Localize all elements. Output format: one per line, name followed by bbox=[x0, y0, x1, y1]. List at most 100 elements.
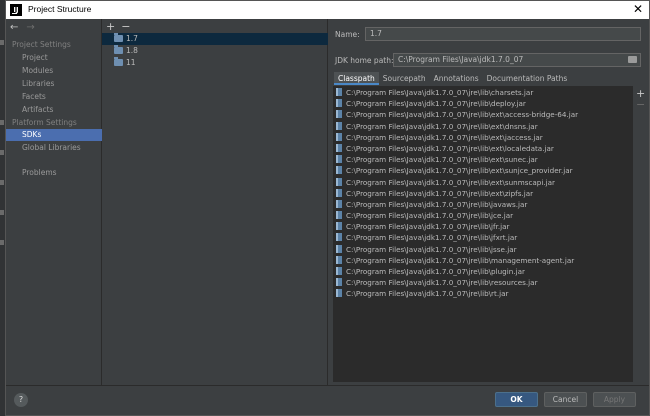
platform-settings-header: Platform Settings bbox=[12, 118, 77, 127]
dialog-footer: ? OK Cancel Apply bbox=[6, 385, 649, 415]
classpath-row[interactable]: C:\Program Files\Java\jdk1.7.0_07\jre\li… bbox=[334, 121, 632, 132]
jar-file-icon bbox=[336, 99, 342, 108]
nav-item-modules[interactable]: Modules bbox=[6, 65, 102, 77]
sdk-detail-panel: Name: 1.7 JDK home path: C:\Program File… bbox=[329, 19, 649, 385]
classpath-row-label: C:\Program Files\Java\jdk1.7.0_07\jre\li… bbox=[346, 166, 573, 176]
classpath-row-label: C:\Program Files\Java\jdk1.7.0_07\jre\li… bbox=[346, 233, 518, 243]
sdk-item-11[interactable]: 11 bbox=[102, 57, 328, 69]
classpath-row-label: C:\Program Files\Java\jdk1.7.0_07\jre\li… bbox=[346, 121, 538, 131]
classpath-row[interactable]: C:\Program Files\Java\jdk1.7.0_07\jre\li… bbox=[334, 132, 632, 143]
classpath-row[interactable]: C:\Program Files\Java\jdk1.7.0_07\jre\li… bbox=[334, 277, 632, 288]
project-structure-dialog: IJ Project Structure ✕ ← → Project Settin… bbox=[5, 0, 650, 416]
classpath-row[interactable]: C:\Program Files\Java\jdk1.7.0_07\jre\li… bbox=[334, 221, 632, 232]
sdk-list: 1.7 1.8 11 bbox=[102, 33, 328, 69]
sdk-item-1-7[interactable]: 1.7 bbox=[102, 33, 328, 45]
nav-item-problems[interactable]: Problems bbox=[6, 167, 102, 179]
nav-item-artifacts[interactable]: Artifacts bbox=[6, 104, 102, 116]
folder-browse-icon[interactable] bbox=[628, 56, 637, 63]
jar-file-icon bbox=[336, 211, 342, 220]
sdk-item-1-8[interactable]: 1.8 bbox=[102, 45, 328, 57]
close-button[interactable]: ✕ bbox=[633, 2, 643, 16]
forward-arrow-icon[interactable]: → bbox=[26, 22, 34, 33]
add-sdk-button[interactable]: + bbox=[106, 20, 115, 33]
help-button[interactable]: ? bbox=[14, 393, 28, 407]
tab-annotations[interactable]: Annotations bbox=[430, 72, 483, 85]
classpath-row[interactable]: C:\Program Files\Java\jdk1.7.0_07\jre\li… bbox=[334, 87, 632, 98]
name-label: Name: bbox=[335, 30, 360, 39]
nav-item-global-libraries[interactable]: Global Libraries bbox=[6, 142, 102, 154]
tab-documentation-paths[interactable]: Documentation Paths bbox=[483, 72, 572, 85]
jar-file-icon bbox=[336, 233, 342, 242]
sdk-item-label: 1.7 bbox=[126, 34, 138, 43]
jar-file-icon bbox=[336, 132, 342, 141]
jar-file-icon bbox=[336, 121, 342, 130]
jar-file-icon bbox=[336, 289, 342, 298]
classpath-row[interactable]: C:\Program Files\Java\jdk1.7.0_07\jre\li… bbox=[334, 266, 632, 277]
jar-file-icon bbox=[336, 177, 342, 186]
jdk-folder-icon bbox=[114, 33, 123, 42]
classpath-row[interactable]: C:\Program Files\Java\jdk1.7.0_07\jre\li… bbox=[334, 210, 632, 221]
sdk-toolbar: + − bbox=[106, 20, 136, 33]
classpath-row[interactable]: C:\Program Files\Java\jdk1.7.0_07\jre\li… bbox=[334, 109, 632, 120]
nav-item-project[interactable]: Project bbox=[6, 52, 102, 64]
nav-item-facets[interactable]: Facets bbox=[6, 91, 102, 103]
apply-button[interactable]: Apply bbox=[593, 392, 636, 407]
classpath-row[interactable]: C:\Program Files\Java\jdk1.7.0_07\jre\li… bbox=[334, 288, 632, 299]
remove-path-button[interactable]: − bbox=[636, 99, 648, 110]
title-bar: IJ Project Structure ✕ bbox=[6, 1, 649, 19]
classpath-row[interactable]: C:\Program Files\Java\jdk1.7.0_07\jre\li… bbox=[334, 188, 632, 199]
jar-file-icon bbox=[336, 267, 342, 275]
classpath-row[interactable]: C:\Program Files\Java\jdk1.7.0_07\jre\li… bbox=[334, 154, 632, 165]
tab-sourcepath[interactable]: Sourcepath bbox=[379, 72, 430, 85]
classpath-row[interactable]: C:\Program Files\Java\jdk1.7.0_07\jre\li… bbox=[334, 244, 632, 255]
jar-file-icon bbox=[336, 110, 342, 119]
jdk-folder-icon bbox=[114, 57, 123, 66]
back-arrow-icon[interactable]: ← bbox=[10, 22, 18, 33]
classpath-row[interactable]: C:\Program Files\Java\jdk1.7.0_07\jre\li… bbox=[334, 232, 632, 243]
classpath-row-label: C:\Program Files\Java\jdk1.7.0_07\jre\li… bbox=[346, 244, 517, 254]
path-tabs: Classpath Sourcepath Annotations Documentat… bbox=[334, 72, 571, 85]
classpath-row-label: C:\Program Files\Java\jdk1.7.0_07\jre\li… bbox=[346, 143, 554, 153]
classpath-row-label: C:\Program Files\Java\jdk1.7.0_07\jre\li… bbox=[346, 199, 528, 209]
classpath-row-label: C:\Program Files\Java\jdk1.7.0_07\jre\li… bbox=[346, 132, 543, 142]
classpath-row-label: C:\Program Files\Java\jdk1.7.0_07\jre\li… bbox=[346, 188, 534, 198]
nav-item-sdks[interactable]: SDKs bbox=[6, 129, 102, 141]
remove-sdk-button[interactable]: − bbox=[121, 20, 130, 33]
jdk-home-label: JDK home path: bbox=[335, 56, 394, 65]
nav-item-libraries[interactable]: Libraries bbox=[6, 78, 102, 90]
classpath-row[interactable]: C:\Program Files\Java\jdk1.7.0_07\jre\li… bbox=[334, 143, 632, 154]
classpath-row-label: C:\Program Files\Java\jdk1.7.0_07\jre\li… bbox=[346, 222, 510, 232]
jar-file-icon bbox=[336, 199, 342, 208]
project-settings-header: Project Settings bbox=[12, 40, 71, 49]
cancel-button[interactable]: Cancel bbox=[544, 392, 587, 407]
classpath-row-label: C:\Program Files\Java\jdk1.7.0_07\jre\li… bbox=[346, 267, 525, 276]
sdk-list-panel: + − 1.7 1.8 11 bbox=[102, 19, 328, 385]
classpath-row[interactable]: C:\Program Files\Java\jdk1.7.0_07\jre\li… bbox=[334, 165, 632, 176]
classpath-row-label: C:\Program Files\Java\jdk1.7.0_07\jre\li… bbox=[346, 278, 538, 288]
ok-button[interactable]: OK bbox=[495, 392, 538, 407]
classpath-row-label: C:\Program Files\Java\jdk1.7.0_07\jre\li… bbox=[346, 177, 556, 187]
jar-file-icon bbox=[336, 222, 342, 231]
classpath-row[interactable]: C:\Program Files\Java\jdk1.7.0_07\jre\li… bbox=[334, 98, 632, 109]
nav-arrows: ← → bbox=[10, 22, 43, 33]
tab-classpath[interactable]: Classpath bbox=[334, 72, 379, 85]
intellij-logo-icon: IJ bbox=[10, 4, 22, 16]
classpath-row[interactable]: C:\Program Files\Java\jdk1.7.0_07\jre\li… bbox=[334, 255, 632, 266]
classpath-row-label: C:\Program Files\Java\jdk1.7.0_07\jre\li… bbox=[346, 211, 514, 221]
classpath-row[interactable]: C:\Program Files\Java\jdk1.7.0_07\jre\li… bbox=[334, 177, 632, 188]
window-title: Project Structure bbox=[28, 4, 92, 14]
jar-file-icon bbox=[336, 188, 342, 197]
name-field[interactable]: 1.7 bbox=[365, 27, 641, 41]
classpath-row-label: C:\Program Files\Java\jdk1.7.0_07\jre\li… bbox=[346, 88, 534, 97]
settings-nav: ← → Project Settings Project Modules Libr… bbox=[6, 19, 102, 385]
jar-file-icon bbox=[336, 88, 342, 96]
classpath-row-label: C:\Program Files\Java\jdk1.7.0_07\jre\li… bbox=[346, 255, 575, 265]
classpath-row[interactable]: C:\Program Files\Java\jdk1.7.0_07\jre\li… bbox=[334, 199, 632, 210]
jar-file-icon bbox=[336, 155, 342, 164]
sdk-item-label: 1.8 bbox=[126, 46, 138, 55]
jar-file-icon bbox=[336, 166, 342, 175]
jdk-folder-icon bbox=[114, 45, 123, 54]
classpath-row-label: C:\Program Files\Java\jdk1.7.0_07\jre\li… bbox=[346, 155, 538, 165]
jar-file-icon bbox=[336, 255, 342, 264]
jdk-home-path-field[interactable]: C:\Program Files\Java\jdk1.7.0_07 bbox=[393, 53, 641, 67]
